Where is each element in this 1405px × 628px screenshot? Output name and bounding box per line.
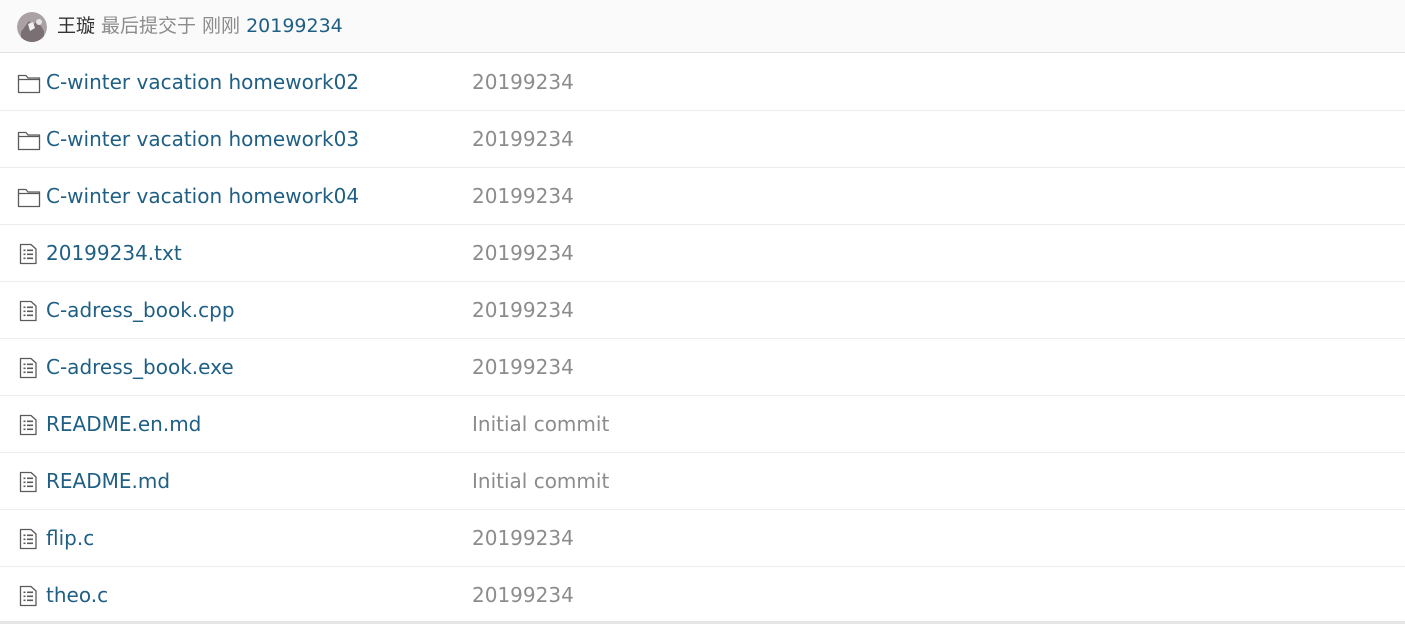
file-row[interactable]: C-adress_book.cpp 20199234 — [0, 282, 1405, 339]
repo-file-list: 王璇 最后提交于 刚刚 20199234 C-winter vacation hom… — [0, 0, 1405, 628]
commit-message-link[interactable]: Initial commit — [472, 453, 609, 510]
avatar[interactable] — [17, 12, 47, 42]
folder-name-link[interactable]: C-winter vacation homework02 — [46, 54, 359, 111]
folder-row[interactable]: C-winter vacation homework02 20199234 — [0, 54, 1405, 111]
file-row[interactable]: flip.c 20199234 — [0, 510, 1405, 567]
commit-meta: 最后提交于 刚刚 — [101, 15, 241, 37]
file-row[interactable]: C-adress_book.exe 20199234 — [0, 339, 1405, 396]
file-row[interactable]: README.en.md Initial commit — [0, 396, 1405, 453]
file-row[interactable]: theo.c 20199234 — [0, 567, 1405, 624]
file-name-link[interactable]: README.md — [46, 453, 170, 510]
file-icon — [17, 528, 41, 550]
file-name-link[interactable]: theo.c — [46, 567, 108, 624]
commit-message-link[interactable]: 20199234 — [472, 168, 574, 225]
last-commit-bar: 王璇 最后提交于 刚刚 20199234 — [0, 0, 1405, 53]
folder-icon — [17, 186, 41, 208]
file-icon — [17, 243, 41, 265]
commit-summary: 王璇 最后提交于 刚刚 20199234 — [57, 0, 343, 53]
file-name-link[interactable]: README.en.md — [46, 396, 201, 453]
file-rows: C-winter vacation homework02 20199234 C-wi… — [0, 54, 1405, 624]
file-name-link[interactable]: flip.c — [46, 510, 94, 567]
file-name-link[interactable]: 20199234.txt — [46, 225, 182, 282]
commit-message-link[interactable]: 20199234 — [472, 567, 574, 624]
commit-message-link[interactable]: 20199234 — [472, 339, 574, 396]
folder-row[interactable]: C-winter vacation homework04 20199234 — [0, 168, 1405, 225]
folder-row[interactable]: C-winter vacation homework03 20199234 — [0, 111, 1405, 168]
commit-message-link[interactable]: 20199234 — [472, 510, 574, 567]
file-row[interactable]: README.md Initial commit — [0, 453, 1405, 510]
folder-name-link[interactable]: C-winter vacation homework04 — [46, 168, 359, 225]
file-name-link[interactable]: C-adress_book.exe — [46, 339, 234, 396]
file-name-link[interactable]: C-adress_book.cpp — [46, 282, 235, 339]
commit-message-link[interactable]: 20199234 — [472, 225, 574, 282]
file-icon — [17, 300, 41, 322]
commit-message-link[interactable]: 20199234 — [472, 54, 574, 111]
commit-id-link[interactable]: 20199234 — [246, 15, 343, 37]
file-icon — [17, 471, 41, 493]
commit-author[interactable]: 王璇 — [57, 15, 95, 37]
folder-icon — [17, 129, 41, 151]
file-icon — [17, 414, 41, 436]
commit-message-link[interactable]: Initial commit — [472, 396, 609, 453]
file-row[interactable]: 20199234.txt 20199234 — [0, 225, 1405, 282]
commit-message-link[interactable]: 20199234 — [472, 282, 574, 339]
commit-message-link[interactable]: 20199234 — [472, 111, 574, 168]
folder-name-link[interactable]: C-winter vacation homework03 — [46, 111, 359, 168]
file-icon — [17, 357, 41, 379]
folder-icon — [17, 72, 41, 94]
file-icon — [17, 585, 41, 607]
